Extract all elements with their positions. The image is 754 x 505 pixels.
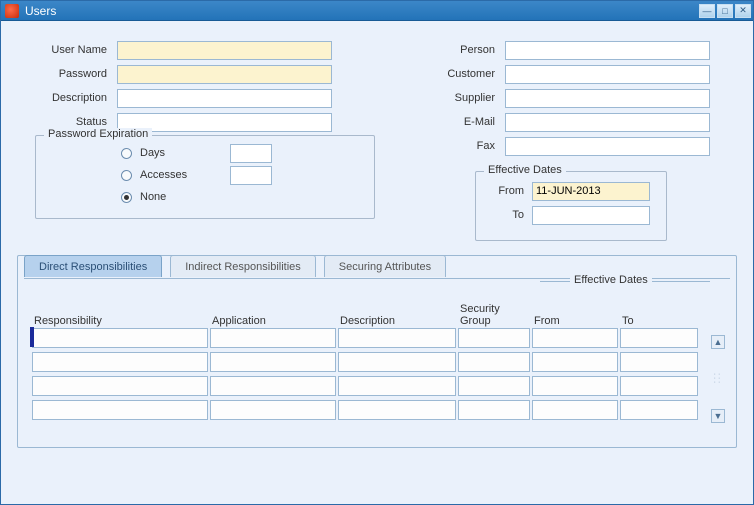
eff-from-input[interactable] (532, 182, 650, 201)
cell-to[interactable] (620, 400, 698, 420)
grid-scrollbar[interactable]: ▲ ······ ▼ (710, 335, 726, 423)
eff-to-input[interactable] (532, 206, 650, 225)
cell-from[interactable] (532, 352, 618, 372)
col-from: From (532, 315, 620, 327)
cell-application[interactable] (210, 400, 336, 420)
minimize-button[interactable]: — (699, 4, 715, 18)
tab-indirect-responsibilities[interactable]: Indirect Responsibilities (170, 255, 316, 277)
col-description: Description (338, 315, 458, 327)
cell-from[interactable] (532, 328, 618, 348)
description-input[interactable] (117, 89, 332, 108)
fax-label: Fax (415, 140, 505, 152)
right-form-column: Person Customer Supplier E-Mail Fax (415, 39, 737, 241)
email-input[interactable] (505, 113, 710, 132)
table-row[interactable] (32, 399, 722, 421)
table-row[interactable] (32, 375, 722, 397)
cell-to[interactable] (620, 328, 698, 348)
user-name-label: User Name (17, 44, 117, 56)
current-row-indicator (30, 327, 34, 347)
close-button[interactable]: ✕ (735, 4, 751, 18)
scroll-up-button[interactable]: ▲ (711, 335, 725, 349)
cell-description[interactable] (338, 352, 456, 372)
tab-direct-responsibilities[interactable]: Direct Responsibilities (24, 255, 162, 277)
cell-description[interactable] (338, 400, 456, 420)
scroll-grip-icon[interactable]: ······ (713, 373, 723, 385)
table-row[interactable] (32, 327, 722, 349)
cell-security-group[interactable] (458, 328, 530, 348)
cell-application[interactable] (210, 352, 336, 372)
cell-security-group[interactable] (458, 352, 530, 372)
cell-security-group[interactable] (458, 376, 530, 396)
content-area: User Name Password Description Status Pa… (1, 21, 753, 458)
days-radio[interactable] (121, 148, 132, 159)
responsibilities-tabs: Direct Responsibilities Indirect Respons… (17, 255, 737, 448)
oracle-icon (5, 4, 19, 18)
effective-dates-group: Effective Dates From To (475, 171, 667, 241)
tab-securing-attributes[interactable]: Securing Attributes (324, 255, 446, 277)
password-expiration-legend: Password Expiration (44, 128, 152, 140)
password-label: Password (17, 68, 117, 80)
cell-description[interactable] (338, 376, 456, 396)
description-label: Description (17, 92, 117, 104)
cell-responsibility[interactable] (32, 328, 208, 348)
supplier-input[interactable] (505, 89, 710, 108)
grid-effective-dates-legend: Effective Dates (540, 281, 710, 282)
person-input[interactable] (505, 41, 710, 60)
cell-application[interactable] (210, 376, 336, 396)
left-form-column: User Name Password Description Status Pa… (17, 39, 375, 219)
cell-from[interactable] (532, 400, 618, 420)
customer-label: Customer (415, 68, 505, 80)
eff-to-label: To (484, 209, 532, 221)
col-application: Application (210, 315, 338, 327)
cell-application[interactable] (210, 328, 336, 348)
table-row[interactable] (32, 351, 722, 373)
cell-responsibility[interactable] (32, 352, 208, 372)
col-security-group: Security Group (458, 303, 532, 327)
maximize-button[interactable]: □ (717, 4, 733, 18)
days-radio-label: Days (140, 147, 230, 159)
none-radio[interactable] (121, 192, 132, 203)
window-title: Users (25, 4, 697, 18)
grid-rows (32, 327, 722, 421)
accesses-radio-label: Accesses (140, 169, 230, 181)
fax-input[interactable] (505, 137, 710, 156)
col-to: To (620, 315, 700, 327)
cell-description[interactable] (338, 328, 456, 348)
customer-input[interactable] (505, 65, 710, 84)
eff-from-label: From (484, 185, 532, 197)
person-label: Person (415, 44, 505, 56)
titlebar: Users — □ ✕ (1, 1, 753, 21)
email-label: E-Mail (415, 116, 505, 128)
col-responsibility: Responsibility (32, 315, 210, 327)
password-input[interactable] (117, 65, 332, 84)
users-window: Users — □ ✕ User Name Password Descripti… (0, 0, 754, 505)
cell-security-group[interactable] (458, 400, 530, 420)
cell-from[interactable] (532, 376, 618, 396)
effective-dates-legend: Effective Dates (484, 164, 566, 176)
supplier-label: Supplier (415, 92, 505, 104)
user-name-input[interactable] (117, 41, 332, 60)
accesses-radio[interactable] (121, 170, 132, 181)
none-radio-label: None (140, 191, 230, 203)
tab-body: Effective Dates Responsibility Applicati… (24, 278, 730, 433)
status-label: Status (17, 116, 117, 128)
cell-responsibility[interactable] (32, 376, 208, 396)
days-value-input[interactable] (230, 144, 272, 163)
cell-responsibility[interactable] (32, 400, 208, 420)
cell-to[interactable] (620, 376, 698, 396)
cell-to[interactable] (620, 352, 698, 372)
scroll-down-button[interactable]: ▼ (711, 409, 725, 423)
password-expiration-group: Password Expiration Days Accesses None (35, 135, 375, 219)
grid-headers: Responsibility Application Description S… (32, 285, 722, 327)
accesses-value-input[interactable] (230, 166, 272, 185)
